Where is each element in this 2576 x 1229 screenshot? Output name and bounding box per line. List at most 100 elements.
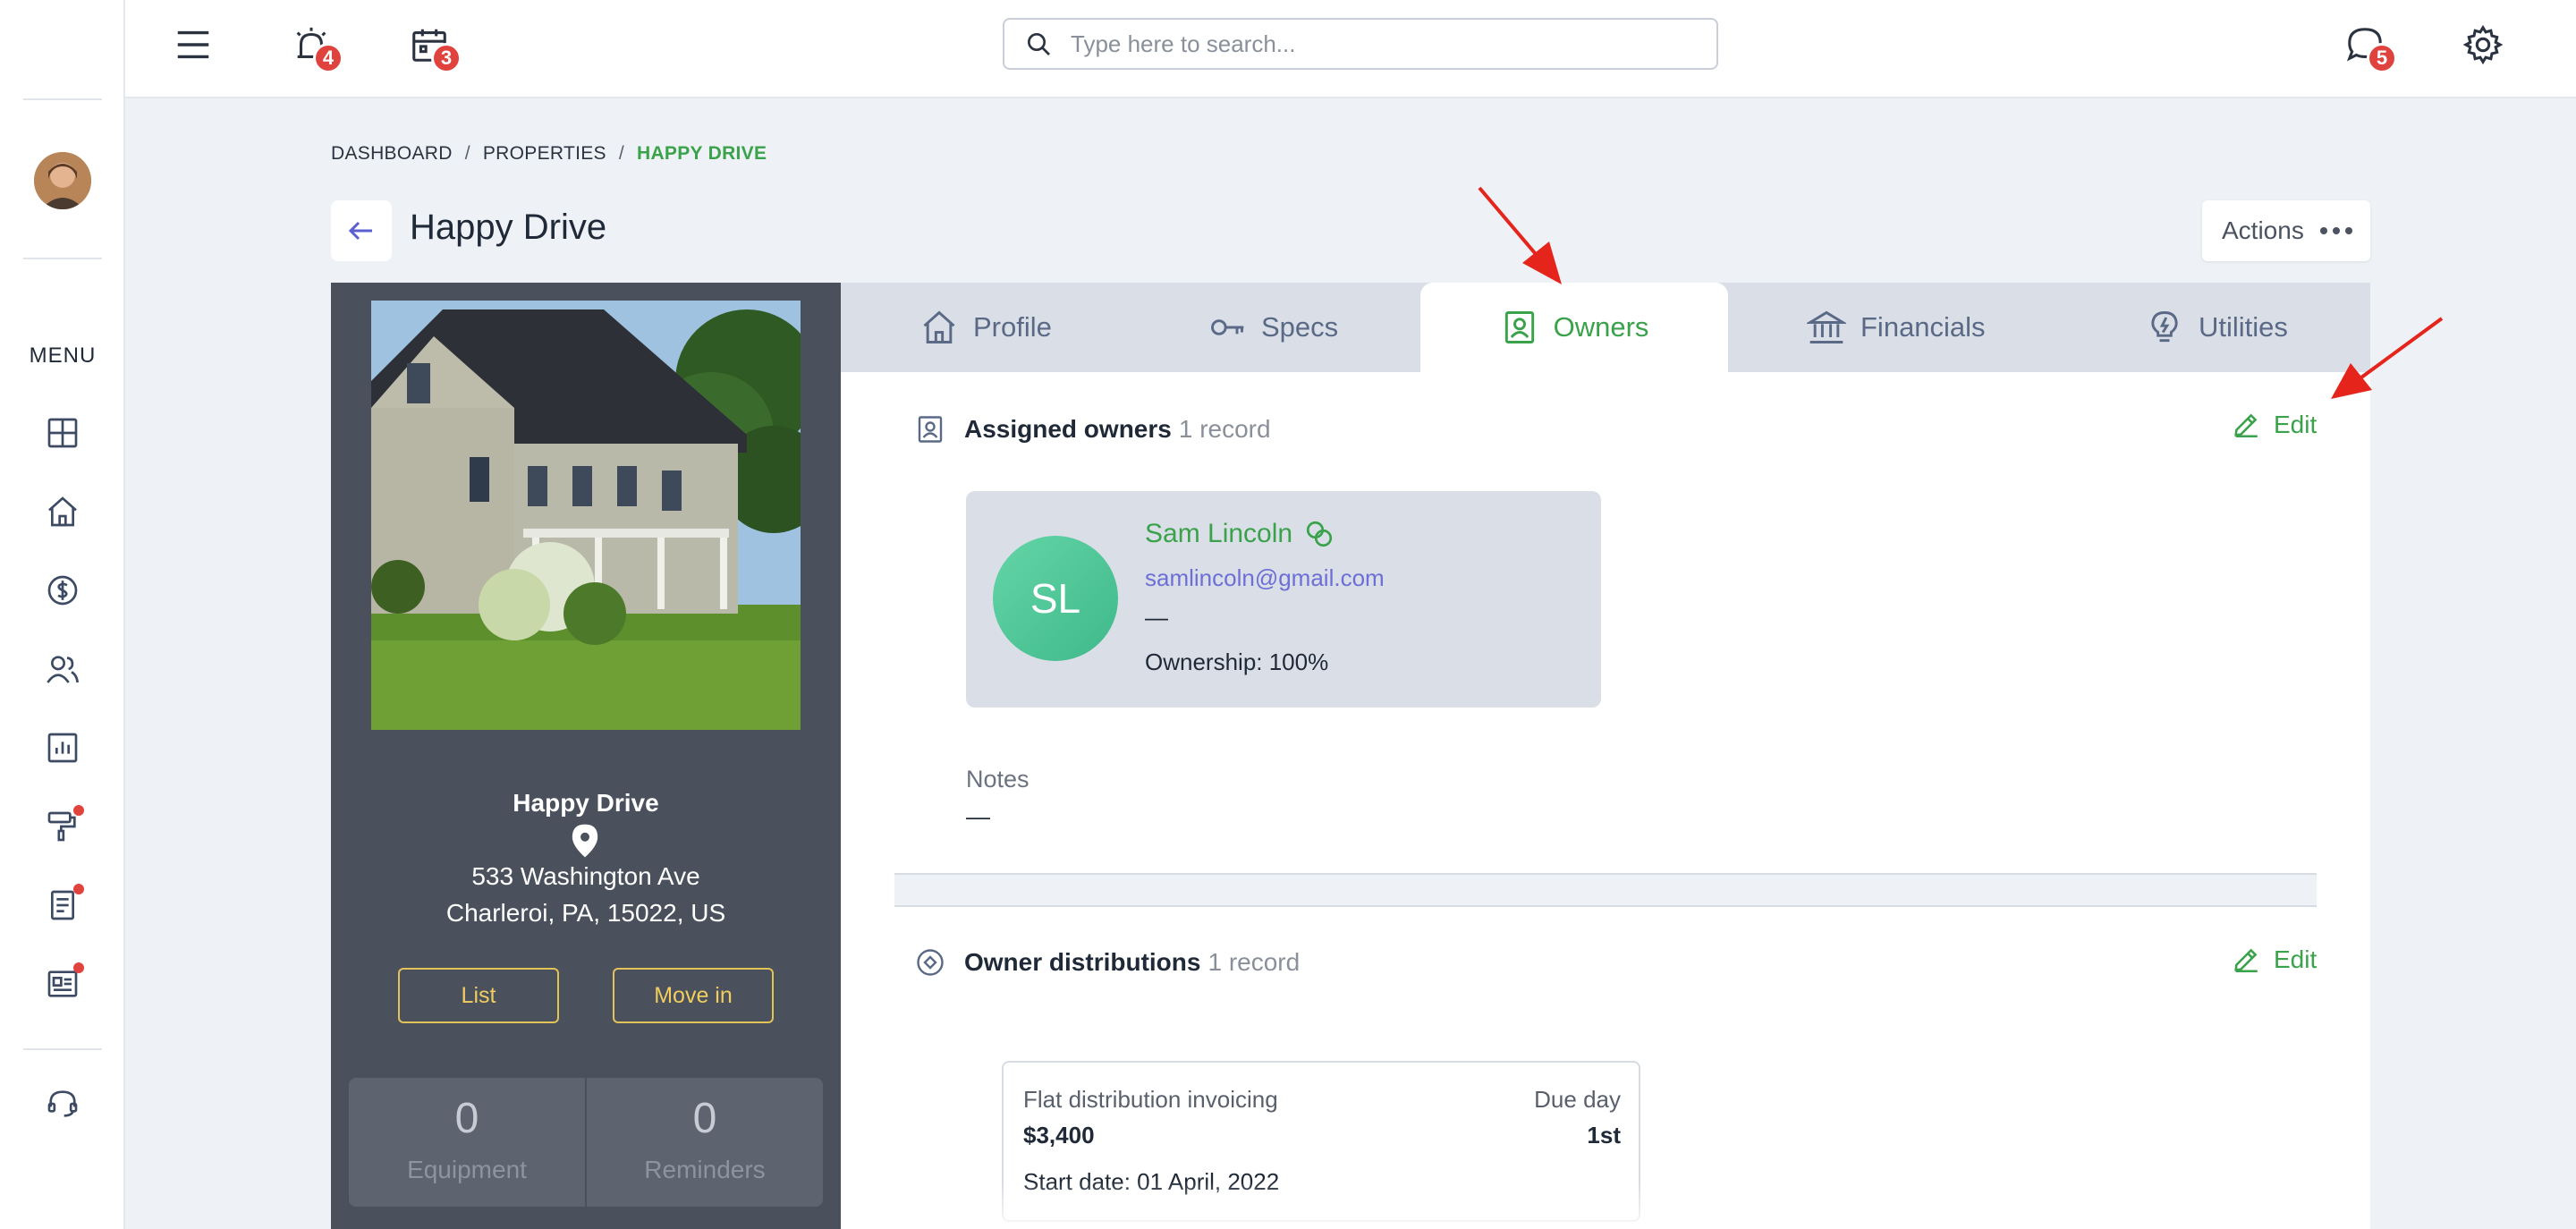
- edit-label: Edit: [2274, 411, 2318, 438]
- more-dots-icon: [2319, 227, 2352, 234]
- reminders-label: Reminders: [644, 1156, 766, 1183]
- breadcrumb-dashboard[interactable]: DASHBOARD: [331, 143, 453, 165]
- edit-distributions-link[interactable]: Edit: [2231, 945, 2317, 975]
- due-day-value: 1st: [1587, 1122, 1621, 1148]
- calendar-badge: 3: [431, 43, 462, 73]
- due-day-label: Due day: [1534, 1086, 1621, 1113]
- annotation-arrow-owners: [1478, 186, 1542, 261]
- tasks-icon[interactable]: [41, 884, 84, 927]
- owner-name-text: Sam Lincoln: [1145, 519, 1293, 548]
- reminders-stat[interactable]: 0 Reminders: [585, 1078, 823, 1207]
- search-box[interactable]: [1003, 18, 1718, 70]
- owner-email[interactable]: samlincoln@gmail.com: [1145, 564, 1385, 592]
- dollar-circle-icon[interactable]: [41, 569, 84, 612]
- alarm-icon[interactable]: 4: [286, 20, 343, 73]
- back-button[interactable]: [331, 200, 392, 261]
- address-line-1: 533 Washington Ave: [471, 862, 700, 890]
- notification-dot: [73, 962, 84, 973]
- assigned-owners-header: Assigned owners 1 record: [914, 413, 1271, 445]
- section-divider: [894, 873, 2317, 907]
- equipment-stat[interactable]: 0 Equipment: [349, 1078, 585, 1207]
- actions-label: Actions: [2222, 216, 2304, 244]
- gear-icon[interactable]: [2458, 20, 2508, 70]
- edit-owners-link[interactable]: Edit: [2231, 410, 2317, 440]
- owner-phone: —: [1145, 604, 1168, 631]
- search-input[interactable]: [1071, 30, 1697, 58]
- tab-financials[interactable]: Financials: [1807, 283, 1986, 372]
- tab-label: Owners: [1553, 311, 1649, 343]
- notification-dot: [73, 884, 84, 894]
- sidebar-divider: [23, 258, 102, 259]
- hamburger-menu-icon[interactable]: [168, 20, 218, 70]
- avatar[interactable]: [34, 152, 91, 209]
- breadcrumb-separator: /: [464, 143, 470, 164]
- pencil-icon: [2234, 948, 2258, 973]
- location-pin-icon: [572, 824, 598, 858]
- notes-value: —: [966, 803, 990, 830]
- people-icon[interactable]: [41, 648, 84, 691]
- reports-icon[interactable]: [41, 726, 84, 769]
- key-icon: [1211, 319, 1244, 335]
- distribution-amount: $3,400: [1023, 1122, 1095, 1148]
- tab-utilities[interactable]: Utilities: [2145, 283, 2288, 372]
- annotation-arrow-edit: [2360, 317, 2444, 379]
- tab-owners[interactable]: Owners: [1420, 283, 1728, 372]
- section-title: Assigned owners: [964, 415, 1172, 443]
- tab-label: Utilities: [2199, 311, 2288, 343]
- breadcrumb-current: HAPPY DRIVE: [637, 143, 767, 164]
- distribution-card[interactable]: Flat distribution invoicing Due day $3,4…: [1002, 1061, 1640, 1222]
- messages-badge: 5: [2367, 43, 2397, 73]
- move-in-button[interactable]: Move in: [613, 968, 774, 1023]
- record-count: 1 record: [1208, 948, 1301, 976]
- breadcrumb-properties[interactable]: PROPERTIES: [483, 143, 606, 165]
- annotation-arrowhead: [1522, 242, 1562, 284]
- chat-bubble-icon[interactable]: 5: [2340, 20, 2397, 73]
- owner-badge-icon: [1504, 311, 1534, 343]
- sidebar: MENU: [0, 0, 125, 1229]
- owner-name[interactable]: Sam Lincoln: [1145, 518, 1335, 550]
- breadcrumb: DASHBOARD / PROPERTIES / HAPPY DRIVE: [331, 143, 767, 165]
- pencil-icon: [2234, 413, 2258, 438]
- home-icon: [923, 310, 955, 343]
- reminders-count: 0: [692, 1095, 717, 1142]
- owner-badge-icon: [918, 416, 943, 443]
- page-title: Happy Drive: [410, 208, 607, 247]
- equipment-label: Equipment: [407, 1156, 527, 1183]
- reminders-badge: 4: [313, 43, 343, 73]
- sidebar-divider: [23, 98, 102, 100]
- list-button[interactable]: List: [398, 968, 559, 1023]
- section-title: Owner distributions: [964, 948, 1201, 976]
- owner-card[interactable]: SL Sam Lincoln samlincoln@gmail.com — Ow…: [966, 491, 1601, 708]
- lightbulb-icon: [2151, 311, 2178, 343]
- tab-specs[interactable]: Specs: [1208, 283, 1338, 372]
- dashboard-icon[interactable]: [41, 411, 84, 454]
- notes-label: Notes: [966, 766, 1030, 792]
- notification-dot: [73, 805, 84, 816]
- record-count: 1 record: [1178, 415, 1271, 443]
- property-name: Happy Drive: [513, 789, 659, 817]
- property-photo: [371, 301, 801, 730]
- edit-label: Edit: [2274, 945, 2318, 973]
- owner-avatar: SL: [993, 536, 1118, 661]
- portal-link-icon: [1306, 521, 1333, 547]
- bank-icon: [1807, 310, 1846, 343]
- support-headset-icon[interactable]: [41, 1082, 84, 1125]
- search-icon: [1028, 33, 1050, 55]
- owner-distributions-header: Owner distributions 1 record: [914, 946, 1300, 979]
- sidebar-divider: [23, 1048, 102, 1050]
- tab-profile[interactable]: Profile: [919, 283, 1052, 372]
- actions-button[interactable]: Actions: [2202, 200, 2370, 261]
- distribution-icon: [917, 949, 944, 976]
- top-bar: 4 3 5: [125, 0, 2576, 98]
- address-line-2: Charleroi, PA, 15022, US: [445, 899, 726, 927]
- paint-roller-icon[interactable]: [41, 805, 84, 848]
- home-icon[interactable]: [41, 490, 84, 533]
- equipment-count: 0: [454, 1095, 479, 1142]
- newsletter-icon[interactable]: [41, 962, 84, 1005]
- calendar-icon[interactable]: 3: [404, 20, 462, 73]
- distribution-type: Flat distribution invoicing: [1023, 1086, 1278, 1113]
- menu-label: MENU: [29, 343, 97, 368]
- owner-ownership: Ownership: 100%: [1145, 648, 1329, 675]
- breadcrumb-separator: /: [618, 143, 624, 164]
- tab-label: Specs: [1261, 311, 1339, 343]
